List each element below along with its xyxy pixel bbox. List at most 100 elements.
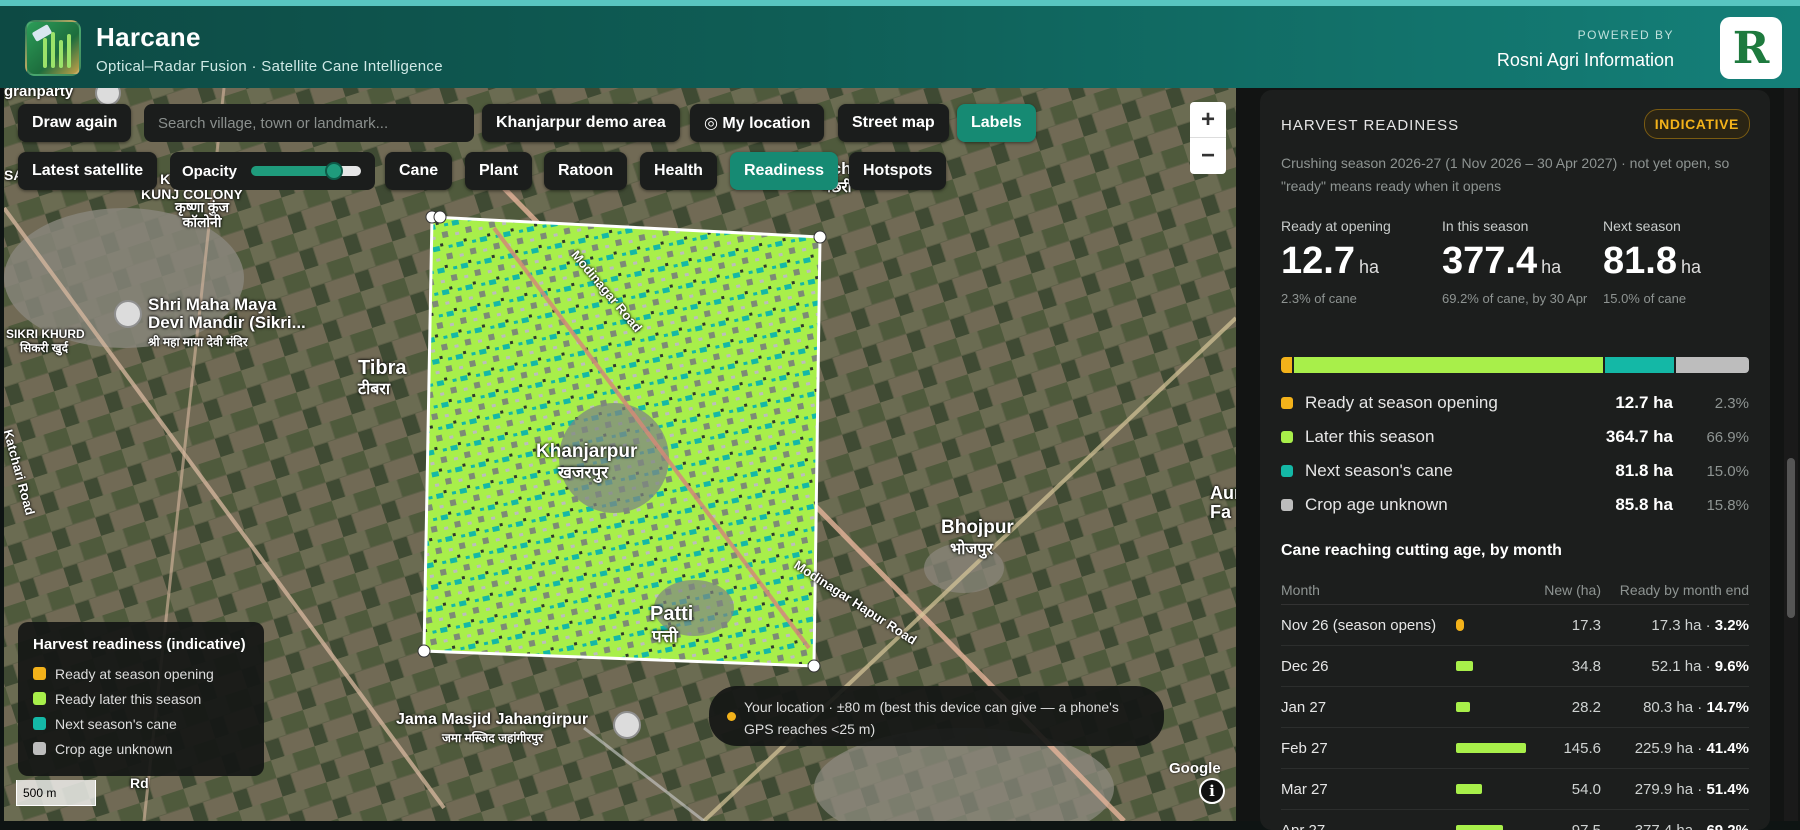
legend-swatch [33,692,46,705]
opacity-slider-knob[interactable] [325,162,343,180]
layer-hotspots-button[interactable]: Hotspots [849,152,946,190]
month-bar [1456,743,1531,753]
place-label-jama-masjid-hi: जमा मस्जिद जहांगीरपुर [442,732,543,745]
layer-plant-button[interactable]: Plant [465,152,532,190]
month-cell: Apr 27 [1281,822,1456,830]
share-bar [1281,357,1749,373]
new-ha-cell: 28.2 [1531,699,1601,716]
share-bar-segment [1294,357,1603,373]
powered-by-label: POWERED BY [1578,28,1674,42]
demo-area-button[interactable]: Khanjarpur demo area [482,104,680,142]
my-location-button[interactable]: ◎ My location [690,104,824,142]
place-label-bhojpur: Bhojpur [941,518,1014,538]
location-dot-icon [727,712,736,721]
place-label-bhojpur-hi: भोजपुर [950,542,993,559]
latest-satellite-button[interactable]: Latest satellite [18,152,157,190]
labels-toggle[interactable]: Labels [957,104,1036,142]
app-subtitle: Optical–Radar Fusion · Satellite Cane In… [96,58,443,75]
ready-by-end-cell: 279.9 ha · 51.4% [1601,781,1749,798]
place-label-krishna-kunj-hi: कृष्णा कुंज कॉलोनी [175,200,229,229]
monthly-table-row: Dec 26 34.852.1 ha · 9.6% [1281,646,1749,687]
monthly-table-row: Jan 27 28.280.3 ha · 14.7% [1281,687,1749,728]
new-ha-cell: 145.6 [1531,740,1601,757]
info-icon[interactable]: i [1199,778,1225,804]
month-bar [1456,661,1531,671]
month-cell: Dec 26 [1281,658,1456,675]
layer-health-button[interactable]: Health [640,152,717,190]
app-logo [25,20,81,76]
draw-again-button[interactable]: Draw again [18,104,131,142]
ready-by-end-cell: 17.3 ha · 3.2% [1601,617,1749,634]
breakdown-row: Next season's cane81.8 ha15.0% [1281,454,1749,488]
map-legend: Harvest readiness (indicative) Ready at … [18,622,264,776]
opacity-slider[interactable] [251,166,361,176]
place-label-jama-masjid: Jama Masjid Jahangirpur [396,712,588,729]
month-cell: Jan 27 [1281,699,1456,716]
share-bar-segment [1281,357,1292,373]
month-cell: Mar 27 [1281,781,1456,798]
scrollbar-thumb[interactable] [1787,458,1795,618]
ready-by-end-cell: 52.1 ha · 9.6% [1601,658,1749,675]
ready-by-end-cell: 80.3 ha · 14.7% [1601,699,1749,716]
monthly-table-row: Nov 26 (season opens) 17.317.3 ha · 3.2% [1281,605,1749,646]
app-title: Harcane [96,22,201,53]
indicative-badge: INDICATIVE [1644,109,1750,139]
satellite-icon [32,24,53,42]
search-input[interactable] [144,104,474,142]
season-note: Crushing season 2026-27 (1 Nov 2026 – 30… [1281,152,1751,198]
monthly-table-row: Feb 27 145.6225.9 ha · 41.4% [1281,728,1749,769]
ready-by-end-cell: 225.9 ha · 41.4% [1601,740,1749,757]
place-label-sikri-khurd-hi: सिकरी खुर्द [20,342,68,355]
share-bar-segment [1676,357,1749,373]
place-label-patti-hi: पत्ती [652,628,678,646]
stat-ready-at-opening: Ready at opening 12.7ha 2.3% of cane [1281,218,1431,309]
panel-title: HARVEST READINESS [1281,117,1459,134]
map-view[interactable]: granparty SAR KRISHNA KUNJ COLONY कृष्णा… [4,88,1236,821]
month-cell: Nov 26 (season opens) [1281,617,1456,634]
month-cell: Feb 27 [1281,740,1456,757]
month-bar [1456,784,1531,794]
place-label-patti: Patti [650,604,693,625]
legend-item: Crop age unknown [33,736,249,761]
month-bar [1456,702,1531,712]
place-label-maha-maya: Shri Maha Maya Devi Mandir (Sikri... [148,296,306,332]
side-panel: HARVEST READINESS INDICATIVE Crushing se… [1236,88,1800,821]
legend-title: Harvest readiness (indicative) [33,636,249,653]
monthly-table-header: Month New (ha) Ready by month end [1281,575,1749,605]
breakdown-row: Crop age unknown85.8 ha15.8% [1281,488,1749,522]
breakdown-row: Ready at season opening12.7 ha2.3% [1281,386,1749,420]
legend-swatch [33,667,46,680]
place-label-tibra: Tibra [358,358,407,379]
app-header: Harcane Optical–Radar Fusion · Satellite… [0,0,1800,88]
month-bar [1456,825,1531,830]
new-ha-cell: 17.3 [1531,617,1601,634]
monthly-table-row: Mar 2754.0279.9 ha · 51.4% [1281,769,1749,810]
month-bar [1456,619,1531,631]
place-label-sikri-khurd: SIKRI KHURD [6,328,85,341]
place-label-aur: Aur Fa [1210,484,1236,522]
map-scale: 500 m [16,780,96,806]
place-label-tibra-hi: टीबरा [358,382,390,399]
location-toast: Your location · ±80 m (best this device … [709,686,1164,746]
layer-readiness-button[interactable]: Readiness [730,152,838,190]
legend-swatch [33,717,46,730]
ready-by-end-cell: 377.4 ha · 69.2% [1601,822,1749,830]
layer-cane-button[interactable]: Cane [385,152,452,190]
legend-item: Ready later this season [33,686,249,711]
place-label-maha-maya-hi: श्री महा माया देवी मंदिर [148,336,248,349]
stat-next-season: Next season 81.8ha 15.0% of cane [1603,218,1753,309]
google-attribution: Google [1169,760,1221,777]
panel-scrollbar[interactable] [1784,88,1798,821]
zoom-in-button[interactable]: + [1190,102,1226,138]
breakdown-row: Later this season364.7 ha66.9% [1281,420,1749,454]
zoom-control: + − [1190,102,1226,174]
street-map-button[interactable]: Street map [838,104,949,142]
zoom-out-button[interactable]: − [1190,138,1226,174]
layer-ratoon-button[interactable]: Ratoon [544,152,627,190]
share-bar-segment [1605,357,1674,373]
road-label-rd: Rd [130,776,149,791]
company-logo[interactable]: R [1720,17,1782,79]
company-name: Rosni Agri Information [1497,50,1674,71]
new-ha-cell: 34.8 [1531,658,1601,675]
new-ha-cell: 97.5 [1531,822,1601,830]
